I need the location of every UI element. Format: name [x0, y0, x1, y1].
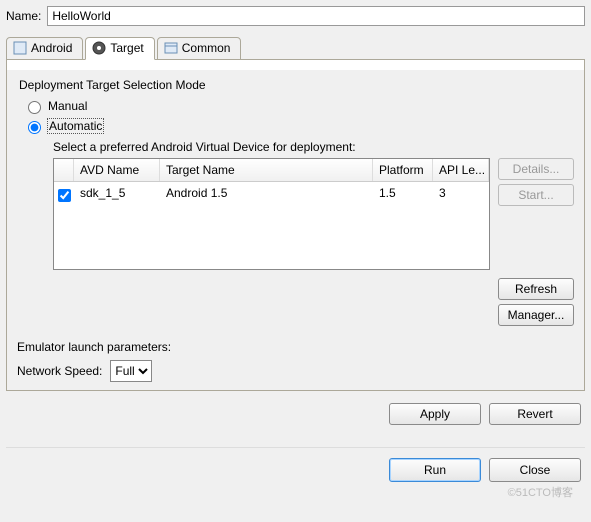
name-label: Name: — [6, 9, 41, 23]
run-button[interactable]: Run — [389, 458, 481, 482]
details-button: Details... — [498, 158, 574, 180]
radio-automatic-label: Automatic — [48, 119, 103, 133]
name-input[interactable] — [47, 6, 585, 26]
tab-label: Common — [182, 41, 231, 55]
manager-button[interactable]: Manager... — [498, 304, 574, 326]
col-api-level[interactable]: API Le... — [433, 159, 489, 181]
deployment-heading: Deployment Target Selection Mode — [19, 78, 574, 92]
revert-button[interactable]: Revert — [489, 403, 581, 425]
tab-label: Target — [110, 41, 143, 55]
tab-bar: Android Target Common — [6, 36, 585, 59]
table-row[interactable]: sdk_1_5 Android 1.5 1.5 3 — [54, 182, 489, 209]
avd-table: AVD Name Target Name Platform API Le... … — [53, 158, 490, 270]
col-avd-name[interactable]: AVD Name — [74, 159, 160, 181]
avd-prompt: Select a preferred Android Virtual Devic… — [53, 140, 574, 154]
avd-cell-target: Android 1.5 — [160, 182, 373, 209]
avd-cell-name: sdk_1_5 — [74, 182, 160, 209]
col-check[interactable] — [54, 159, 74, 181]
watermark: ©51CTO博客 — [508, 484, 573, 500]
avd-cell-api: 3 — [433, 182, 489, 209]
common-icon — [164, 41, 178, 55]
refresh-button[interactable]: Refresh — [498, 278, 574, 300]
start-button: Start... — [498, 184, 574, 206]
tab-android[interactable]: Android — [6, 37, 83, 60]
android-icon — [13, 41, 27, 55]
target-icon — [92, 41, 106, 55]
radio-manual-label: Manual — [48, 99, 87, 113]
network-speed-label: Network Speed: — [17, 364, 102, 378]
col-platform[interactable]: Platform — [373, 159, 433, 181]
apply-button[interactable]: Apply — [389, 403, 481, 425]
network-speed-select[interactable]: Full — [110, 360, 152, 382]
emulator-heading: Emulator launch parameters: — [17, 340, 574, 354]
avd-header-row: AVD Name Target Name Platform API Le... — [54, 159, 489, 182]
radio-manual[interactable] — [28, 101, 41, 114]
avd-cell-platform: 1.5 — [373, 182, 433, 209]
tab-common[interactable]: Common — [157, 37, 242, 60]
col-target-name[interactable]: Target Name — [160, 159, 373, 181]
avd-row-checkbox[interactable] — [58, 189, 71, 202]
close-button[interactable]: Close — [489, 458, 581, 482]
tab-label: Android — [31, 41, 72, 55]
tab-target[interactable]: Target — [85, 37, 154, 60]
radio-automatic[interactable] — [28, 121, 41, 134]
